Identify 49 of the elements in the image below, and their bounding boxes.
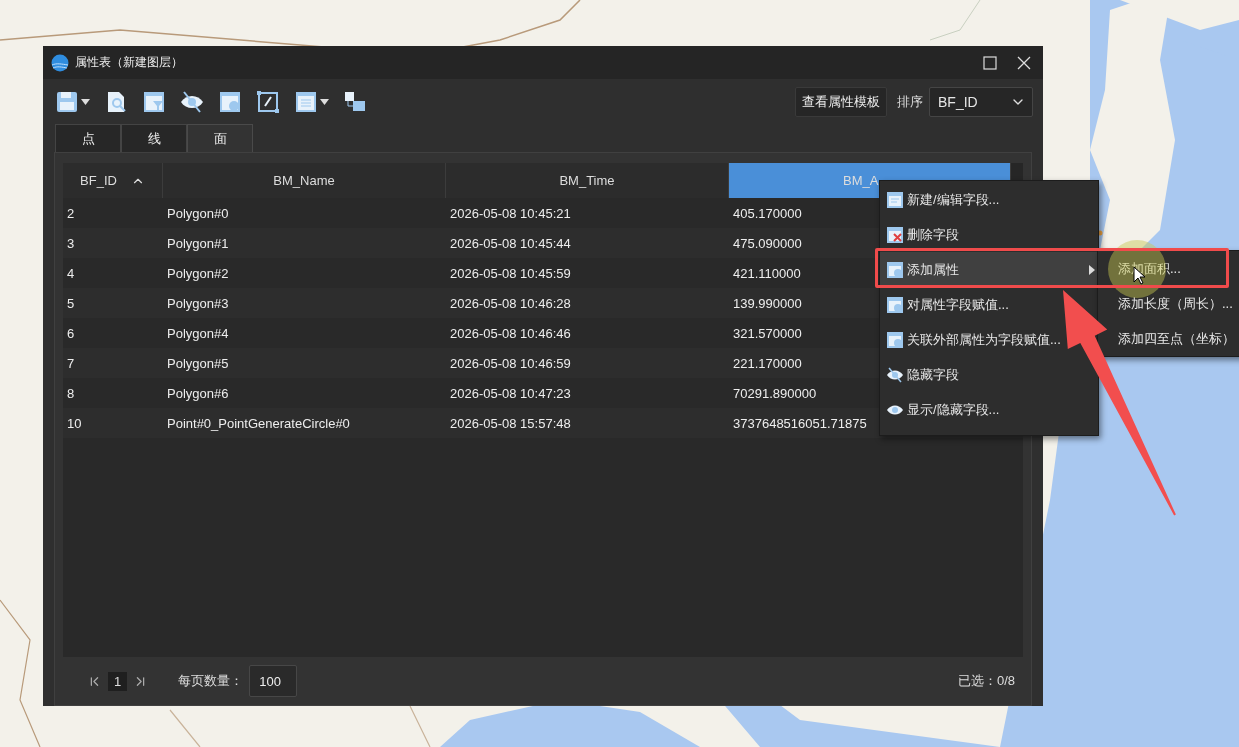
table-cell: 2026-05-08 10:46:59	[446, 348, 729, 378]
table-add-icon	[886, 330, 904, 349]
sort-label: 排序	[897, 92, 923, 111]
submenu-arrow-icon	[1089, 264, 1095, 275]
table-add-icon	[886, 260, 904, 279]
edit-frame-icon[interactable]	[256, 89, 280, 114]
menu-item-label: 对属性字段赋值...	[907, 295, 1009, 314]
menu-item[interactable]: 删除字段	[880, 217, 962, 252]
menu-item-label: 添加属性	[907, 260, 960, 279]
caret-icon[interactable]	[81, 98, 90, 105]
table-edit-icon	[886, 190, 904, 209]
window-title: 属性表（新建图层）	[75, 54, 184, 71]
maximize-icon[interactable]	[983, 55, 997, 70]
menu-item[interactable]: 添加四至点（坐标）	[1098, 321, 1239, 356]
table-export-icon[interactable]	[218, 89, 242, 114]
table-cell: Point#0_PointGenerateCircle#0	[163, 408, 446, 438]
table-add-icon	[886, 295, 904, 314]
table-cell: 5	[63, 288, 163, 318]
hidden-eye-icon	[886, 365, 904, 384]
menu-item[interactable]: 添加属性	[880, 252, 1098, 287]
app-logo-icon	[51, 53, 69, 72]
table-cell: Polygon#3	[163, 288, 446, 318]
window-layout-icon[interactable]	[343, 89, 367, 114]
filter-icon[interactable]	[142, 89, 166, 114]
menu-item-label: 删除字段	[907, 225, 959, 244]
sort-select[interactable]: BF_ID	[929, 86, 1033, 117]
table-cell: 7	[63, 348, 163, 378]
table-cell: 2026-05-08 10:45:44	[446, 228, 729, 258]
tab[interactable]: 点	[55, 124, 121, 152]
tab[interactable]: 面	[187, 124, 253, 152]
table-cell: 2026-05-08 10:46:28	[446, 288, 729, 318]
page-size-label: 每页数量：	[178, 672, 244, 690]
close-icon[interactable]	[1017, 55, 1031, 70]
table-cell: Polygon#5	[163, 348, 446, 378]
page-number[interactable]: 1	[108, 671, 128, 691]
menu-item[interactable]: 添加长度（周长）...	[1098, 286, 1239, 321]
caret-icon[interactable]	[320, 98, 329, 105]
table-cell: Polygon#1	[163, 228, 446, 258]
hidden-eye-icon[interactable]	[180, 89, 204, 114]
page-size-field[interactable]: 100	[249, 665, 298, 697]
table-cell: 3	[63, 228, 163, 258]
tab[interactable]: 线	[121, 124, 187, 152]
view-template-button[interactable]: 查看属性模板	[795, 86, 887, 117]
table-cell: 10	[63, 408, 163, 438]
table-cell: 2026-05-08 15:57:48	[446, 408, 729, 438]
list-icon[interactable]	[294, 89, 318, 114]
save-icon[interactable]	[55, 89, 79, 114]
table-delete-icon	[886, 225, 904, 244]
selection-count: 已选：0/8	[957, 672, 1015, 690]
